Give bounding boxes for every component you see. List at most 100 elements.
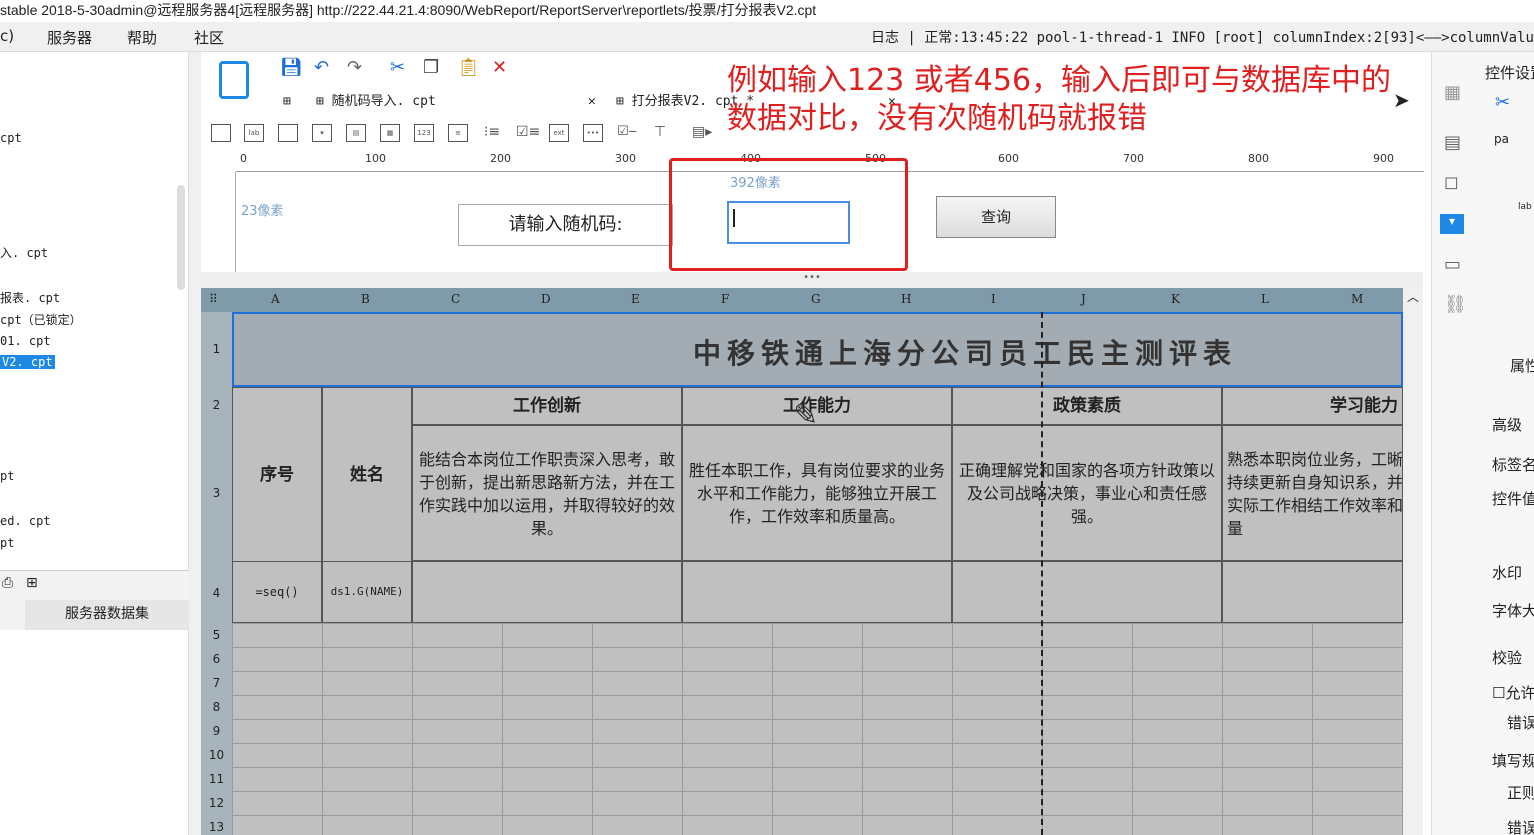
formula-cell-seq[interactable]: =seq() bbox=[232, 561, 322, 623]
menu-item-help[interactable]: 帮助 bbox=[127, 27, 157, 48]
allow-checkbox[interactable]: ☐允许 bbox=[1492, 682, 1534, 703]
col-header-j[interactable]: J bbox=[1081, 292, 1086, 306]
menu-item-edit[interactable]: c) bbox=[0, 27, 14, 45]
server-dataset-tab[interactable]: 服务器数据集 bbox=[25, 600, 189, 630]
row-header-6[interactable]: 6 bbox=[201, 652, 232, 666]
row-header-1[interactable]: 1 bbox=[201, 342, 232, 356]
row-header-11[interactable]: 11 bbox=[201, 772, 232, 786]
sheet-corner-icon[interactable]: ⠿ bbox=[209, 292, 218, 306]
category-header[interactable]: 工作创新 bbox=[412, 387, 682, 425]
menu-item-community[interactable]: 社区 bbox=[194, 27, 224, 48]
cut-icon[interactable]: ✂ bbox=[1495, 92, 1510, 113]
score-cell[interactable] bbox=[952, 561, 1222, 623]
text-widget-icon[interactable]: ext bbox=[549, 124, 569, 142]
col-header-h[interactable]: H bbox=[901, 292, 911, 306]
date-widget-icon[interactable]: ▦ bbox=[380, 124, 400, 142]
log-status[interactable]: 日志 | 正常:13:45:22 pool-1-thread-1 INFO [r… bbox=[871, 27, 1534, 47]
col-header-l[interactable]: L bbox=[1261, 292, 1269, 306]
password-widget-icon[interactable]: ••• bbox=[583, 124, 603, 142]
col-header-a[interactable]: A bbox=[271, 292, 280, 306]
col-header-d[interactable]: D bbox=[541, 292, 551, 306]
description-cell[interactable]: 胜任本职工作，具有岗位要求的业务水平和工作能力，能够独立开展工作，工作效率和质量… bbox=[682, 425, 952, 561]
col-header-k[interactable]: K bbox=[1171, 292, 1180, 306]
tree-combo-widget-icon[interactable]: ▤ bbox=[346, 124, 366, 142]
delete-icon[interactable]: ✕ bbox=[492, 58, 507, 78]
col-header-c[interactable]: C bbox=[451, 292, 460, 306]
category-header[interactable]: 学习能力 bbox=[1222, 387, 1403, 425]
col-header-g[interactable]: G bbox=[811, 292, 821, 306]
row-header-12[interactable]: 12 bbox=[201, 796, 232, 810]
description-cell[interactable]: 熟悉本职岗位业务，工晰；持续更新自身知识系，并与实际工作相结工作效率和质量 bbox=[1222, 425, 1403, 561]
description-cell[interactable]: 正确理解党和国家的各项方针政策以及公司战略决策，事业心和责任感强。 bbox=[952, 425, 1222, 561]
file-item[interactable]: 01. cpt bbox=[0, 334, 51, 348]
row-header-4[interactable]: 4 bbox=[201, 586, 232, 600]
splitter-handle[interactable]: ••• bbox=[201, 272, 1423, 288]
tree-node-lab[interactable]: lab bbox=[1518, 202, 1532, 212]
col-header-i[interactable]: I bbox=[991, 292, 996, 306]
checkbox-group-icon[interactable]: ☑≡ bbox=[516, 124, 540, 142]
widget-setting-icon[interactable]: ▾ bbox=[1440, 214, 1464, 234]
row-header-8[interactable]: 8 bbox=[201, 700, 232, 714]
score-cell[interactable] bbox=[1222, 561, 1403, 623]
save-icon[interactable]: 💾︎ bbox=[280, 58, 303, 78]
file-item[interactable]: cpt bbox=[0, 131, 22, 145]
condition-icon[interactable]: ▭ bbox=[1444, 254, 1461, 275]
row-header-9[interactable]: 9 bbox=[201, 724, 232, 738]
col-header-b[interactable]: B bbox=[361, 292, 370, 306]
score-cell[interactable] bbox=[412, 561, 682, 623]
panel-divider[interactable] bbox=[189, 52, 201, 835]
row-header-7[interactable]: 7 bbox=[201, 676, 232, 690]
file-item-selected[interactable]: V2. cpt bbox=[0, 355, 55, 369]
hyperlink-icon[interactable]: ⛓ bbox=[1444, 294, 1467, 315]
score-cell[interactable] bbox=[682, 561, 952, 623]
lab-widget-icon[interactable]: lab bbox=[244, 124, 264, 142]
col-header-f[interactable]: F bbox=[721, 292, 729, 306]
preview-icon[interactable]: ⎙ bbox=[2, 575, 13, 591]
label-widget-icon[interactable] bbox=[211, 124, 231, 142]
col-header-e[interactable]: E bbox=[631, 292, 640, 306]
category-header[interactable]: 政策素质 bbox=[952, 387, 1222, 425]
number-widget-icon[interactable]: 123 bbox=[414, 124, 434, 142]
menu-item-server[interactable]: 服务器 bbox=[47, 27, 92, 48]
textfield-widget-icon[interactable] bbox=[278, 124, 298, 142]
paste-icon[interactable]: 📋︎ bbox=[457, 58, 480, 78]
file-item[interactable]: ed. cpt bbox=[0, 514, 51, 528]
row-header-3[interactable]: 3 bbox=[201, 486, 232, 500]
file-item[interactable]: cpt（已锁定） bbox=[0, 311, 82, 328]
tree-widget-icon[interactable]: ⊤ bbox=[650, 124, 670, 142]
file-item[interactable]: pt bbox=[0, 469, 14, 483]
query-button[interactable]: 查询 bbox=[936, 196, 1056, 238]
vertical-scrollbar[interactable]: ︿ bbox=[1403, 288, 1423, 835]
frame-icon[interactable]: ◻ bbox=[1444, 172, 1459, 193]
more-widget-icon[interactable]: ▤▸ bbox=[692, 124, 712, 142]
undo-icon[interactable]: ↶ bbox=[314, 58, 329, 78]
cut-icon[interactable]: ✂ bbox=[390, 58, 405, 78]
file-item[interactable]: 入. cpt bbox=[0, 244, 48, 261]
file-item[interactable]: pt bbox=[0, 536, 14, 550]
redo-icon[interactable]: ↷ bbox=[347, 58, 362, 78]
textarea-widget-icon[interactable]: ≡ bbox=[448, 124, 468, 142]
advanced-section[interactable]: 高级 bbox=[1492, 414, 1522, 435]
row-header-5[interactable]: 5 bbox=[201, 628, 232, 642]
copy-icon[interactable]: ❐ bbox=[423, 58, 439, 78]
tab-random-import[interactable]: ⊞ 随机码导入. cpt bbox=[316, 90, 436, 114]
property-tab[interactable]: 属性 bbox=[1510, 355, 1534, 376]
checkbox-widget-icon[interactable]: ☑‒ bbox=[617, 124, 637, 142]
tree-node-pa[interactable]: pa bbox=[1494, 132, 1509, 146]
description-cell[interactable]: 能结合本岗位工作职责深入思考，敢于创新，提出新思路新方法，并在工作实践中加以运用… bbox=[412, 425, 682, 561]
col-header-m[interactable]: M bbox=[1351, 292, 1363, 306]
app-logo-icon[interactable] bbox=[219, 61, 249, 99]
row-header-2[interactable]: 2 bbox=[201, 398, 232, 412]
dataset-edit-icon[interactable]: ⊞ bbox=[26, 575, 38, 591]
row-header-13[interactable]: 13 bbox=[201, 820, 232, 834]
validation-section[interactable]: 校验 bbox=[1492, 647, 1522, 668]
combobox-widget-icon[interactable]: ▾ bbox=[312, 124, 332, 142]
row-header-10[interactable]: 10 bbox=[201, 748, 232, 762]
file-tree-scrollbar[interactable] bbox=[177, 185, 185, 290]
layout-icon[interactable]: ▦ bbox=[1444, 82, 1461, 103]
file-item[interactable]: 报表. cpt bbox=[0, 289, 60, 306]
formula-cell-name[interactable]: ds1.G(NAME) bbox=[322, 561, 412, 623]
scroll-up-icon[interactable]: ︿ bbox=[1407, 288, 1419, 305]
radio-group-icon[interactable]: ⁝≡ bbox=[482, 124, 502, 142]
cell-property-icon[interactable]: ▤ bbox=[1444, 132, 1461, 153]
